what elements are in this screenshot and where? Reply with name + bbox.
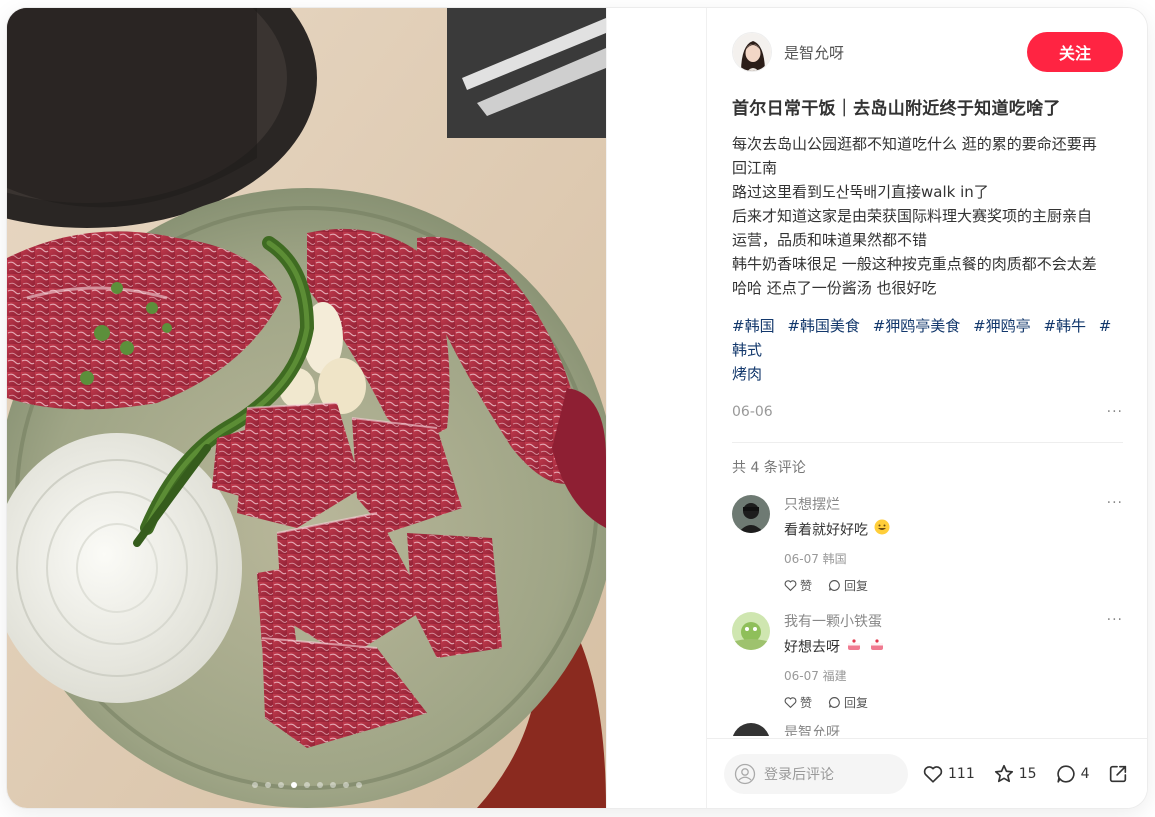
comment-input-placeholder: 登录后评论	[764, 766, 834, 783]
commenter-name[interactable]: 只想摆烂	[784, 495, 1123, 515]
tag-list: #韩国 #韩国美食 #狎鸥亭美食 #狎鸥亭 #韩牛 #韩式 烤肉	[732, 314, 1123, 386]
description-line: 韩牛奶香味很足 一般这种按克重点餐的肉质都不会太差	[732, 255, 1097, 273]
comment-actions: 赞 回复	[784, 577, 1123, 594]
like-button[interactable]: 111	[922, 763, 975, 785]
comment-button[interactable]: 4	[1055, 763, 1090, 785]
commenter-name[interactable]: 我有一颗小铁蛋	[784, 612, 1123, 632]
engagement-stats: 111 15 4	[922, 763, 1129, 785]
author-name[interactable]: 是智允呀	[784, 42, 1027, 63]
carousel-dot[interactable]	[330, 782, 336, 788]
tag-link[interactable]: #狎鸥亭	[973, 317, 1031, 335]
like-label: 赞	[800, 696, 813, 710]
reply-label: 回复	[844, 696, 869, 710]
carousel-indicator[interactable]	[7, 782, 607, 788]
divider	[732, 442, 1123, 443]
heart-icon	[784, 580, 797, 592]
comment-text-content: 看着就好好吃	[784, 522, 868, 539]
comment-like-button[interactable]: 赞	[784, 694, 812, 711]
note-scroll-area[interactable]: 首尔日常干饭｜去岛山附近终于知道吃啥了 每次去岛山公园逛都不知道吃什么 逛的累的…	[732, 96, 1123, 736]
note-panel: 是智允呀 关注 首尔日常干饭｜去岛山附近终于知道吃啥了 每次去岛山公园逛都不知道…	[706, 8, 1147, 808]
note-title: 首尔日常干饭｜去岛山附近终于知道吃啥了	[732, 99, 1061, 119]
description-line: 路过这里看到도산뚝배기直接walk in了	[732, 183, 989, 201]
reply-label: 回复	[844, 579, 869, 593]
carousel-dot[interactable]	[265, 782, 271, 788]
more-options-icon[interactable]: ···	[1107, 404, 1123, 420]
cake-emoji	[869, 636, 885, 659]
collect-button[interactable]: 15	[993, 763, 1037, 785]
tag-link[interactable]: #韩牛	[1043, 317, 1086, 335]
commenter-avatar[interactable]	[732, 495, 770, 533]
comment-item: 我有一颗小铁蛋 ··· 好想去呀 06-07 福建 赞 回复	[732, 612, 1123, 711]
share-button[interactable]	[1107, 763, 1129, 785]
carousel-dot[interactable]	[304, 782, 310, 788]
note-description: 每次去岛山公园逛都不知道吃什么 逛的累的要命还要再 回江南 路过这里看到도산뚝배…	[732, 132, 1123, 300]
star-icon	[994, 764, 1013, 782]
commenter-name[interactable]: 是智允呀	[784, 723, 1123, 736]
collect-count: 15	[1018, 765, 1037, 782]
comment-reply-button[interactable]: 回复	[828, 577, 868, 594]
heart-icon	[923, 765, 943, 783]
commenter-avatar[interactable]	[732, 612, 770, 650]
comment-meta: 06-07 福建	[784, 669, 847, 683]
comment-input[interactable]: 登录后评论	[724, 753, 908, 794]
comment-actions: 赞 回复	[784, 694, 1123, 711]
tag-link[interactable]: #韩国美食	[787, 317, 860, 335]
comment-item: 只想摆烂 ··· 看着就好好吃 06-07 韩国 赞 回复	[732, 495, 1123, 594]
comment-meta: 06-07 韩国	[784, 552, 847, 566]
description-line: 哈哈 还点了一份酱汤 也很好吃	[732, 279, 937, 297]
carousel-dot[interactable]	[343, 782, 349, 788]
share-icon	[1110, 765, 1127, 782]
carousel-dot[interactable]	[356, 782, 362, 788]
like-count: 111	[948, 765, 975, 782]
comment-text: 好想去呀	[784, 636, 1123, 659]
follow-button[interactable]: 关注	[1027, 32, 1123, 72]
comment-item-partial: 是智允呀	[732, 723, 1123, 736]
comment-more-icon[interactable]: ···	[1107, 495, 1123, 511]
note-meta: 06-06 ···	[732, 400, 1123, 424]
comment-like-button[interactable]: 赞	[784, 577, 812, 594]
engagement-bar: 登录后评论 111 15 4	[707, 738, 1147, 808]
user-icon	[734, 763, 756, 784]
cake-emoji	[846, 636, 862, 659]
comment-bubble-icon	[1056, 764, 1075, 783]
comment-count-bottom: 4	[1080, 765, 1090, 782]
carousel-dot-active[interactable]	[291, 782, 297, 788]
comment-count: 共 4 条评论	[732, 460, 806, 476]
note-detail-card: 是智允呀 关注 首尔日常干饭｜去岛山附近终于知道吃啥了 每次去岛山公园逛都不知道…	[7, 8, 1147, 808]
like-label: 赞	[800, 579, 813, 593]
author-avatar[interactable]	[732, 32, 772, 72]
carousel-dot[interactable]	[317, 782, 323, 788]
note-date: 06-06	[732, 404, 773, 420]
grin-emoji	[874, 519, 890, 542]
food-photo	[7, 8, 606, 808]
tag-link[interactable]: #狎鸥亭美食	[873, 317, 961, 335]
comment-text-content: 好想去呀	[784, 639, 840, 656]
description-line: 运营，品质和味道果然都不错	[732, 231, 928, 249]
carousel-dot[interactable]	[278, 782, 284, 788]
description-line: 后来才知道这家是由荣获国际料理大赛奖项的主厨亲自	[732, 207, 1093, 225]
image-carousel[interactable]	[7, 8, 607, 808]
tag-link-continued[interactable]: 烤肉	[732, 365, 762, 383]
heart-icon	[784, 697, 797, 709]
author-bar: 是智允呀 关注	[732, 30, 1123, 74]
tag-link[interactable]: #韩国	[732, 317, 775, 335]
commenter-avatar[interactable]	[732, 723, 770, 736]
comment-text: 看着就好好吃	[784, 519, 1123, 542]
carousel-dot[interactable]	[252, 782, 258, 788]
description-line: 每次去岛山公园逛都不知道吃什么 逛的累的要命还要再	[732, 135, 1097, 153]
description-line: 回江南	[732, 159, 778, 177]
comment-reply-button[interactable]: 回复	[828, 694, 868, 711]
reply-icon	[829, 580, 840, 591]
comment-more-icon[interactable]: ···	[1107, 612, 1123, 628]
reply-icon	[829, 697, 840, 708]
